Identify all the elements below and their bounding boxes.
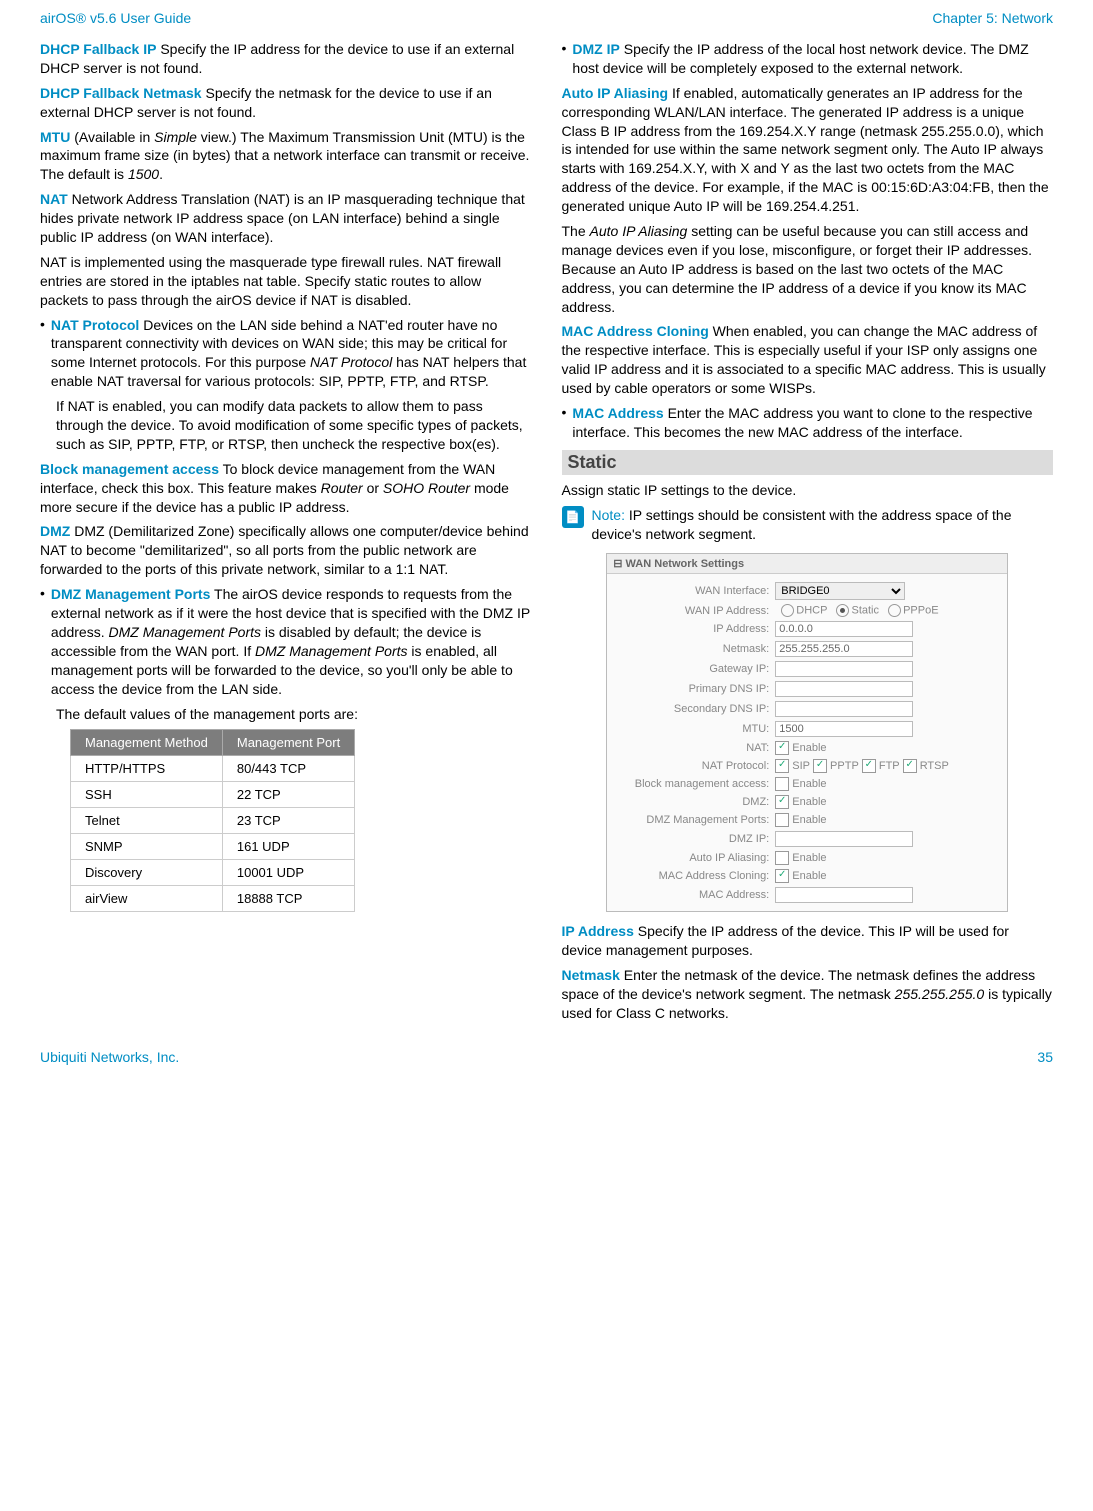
dhcp-fallback-ip: DHCP Fallback IP Specify the IP address … bbox=[40, 40, 532, 78]
mac-address-bullet: • MAC Address Enter the MAC address you … bbox=[562, 404, 1054, 442]
wan-settings-screenshot: WAN Network Settings WAN Interface:BRIDG… bbox=[606, 553, 1008, 912]
table-row: Telnet23 TCP bbox=[71, 808, 355, 834]
static-paragraph: Assign static IP settings to the device. bbox=[562, 481, 1054, 500]
pppoe-radio[interactable] bbox=[888, 604, 901, 617]
table-header-port: Management Port bbox=[222, 730, 354, 756]
nat-protocol-bullet: • NAT Protocol Devices on the LAN side b… bbox=[40, 316, 532, 392]
block-mgmt-checkbox[interactable] bbox=[775, 777, 789, 791]
nat-note: If NAT is enabled, you can modify data p… bbox=[56, 397, 532, 454]
management-ports-table: Management Method Management Port HTTP/H… bbox=[70, 729, 355, 912]
header-right: Chapter 5: Network bbox=[932, 10, 1053, 26]
sip-checkbox[interactable] bbox=[775, 759, 789, 773]
right-column: • DMZ IP Specify the IP address of the l… bbox=[562, 34, 1054, 1029]
panel-title: WAN Network Settings bbox=[607, 554, 1007, 574]
dmz-ip-bullet: • DMZ IP Specify the IP address of the l… bbox=[562, 40, 1054, 78]
nat-paragraph-1: NAT Network Address Translation (NAT) is… bbox=[40, 190, 532, 247]
header-left: airOS® v5.6 User Guide bbox=[40, 10, 191, 26]
gateway-input[interactable] bbox=[775, 661, 913, 677]
footer-right: 35 bbox=[1037, 1049, 1053, 1065]
note-block: 📄 Note: IP settings should be consistent… bbox=[562, 506, 1054, 544]
nat-paragraph-2: NAT is implemented using the masquerade … bbox=[40, 253, 532, 310]
dmz-paragraph: DMZ DMZ (Demilitarized Zone) specificall… bbox=[40, 522, 532, 579]
dmz-default-text: The default values of the management por… bbox=[56, 705, 532, 724]
table-row: HTTP/HTTPS80/443 TCP bbox=[71, 756, 355, 782]
dhcp-radio[interactable] bbox=[781, 604, 794, 617]
auto-ip-checkbox[interactable] bbox=[775, 851, 789, 865]
dmz-ip-input[interactable] bbox=[775, 831, 913, 847]
footer-left: Ubiquiti Networks, Inc. bbox=[40, 1049, 179, 1065]
table-row: SSH22 TCP bbox=[71, 782, 355, 808]
ip-address-paragraph: IP Address Specify the IP address of the… bbox=[562, 922, 1054, 960]
ftp-checkbox[interactable] bbox=[862, 759, 876, 773]
secondary-dns-input[interactable] bbox=[775, 701, 913, 717]
table-row: SNMP161 UDP bbox=[71, 834, 355, 860]
ip-address-input[interactable] bbox=[775, 621, 913, 637]
static-radio[interactable] bbox=[836, 604, 849, 617]
block-mgmt-access: Block management access To block device … bbox=[40, 460, 532, 517]
table-header-method: Management Method bbox=[71, 730, 223, 756]
note-icon: 📄 bbox=[562, 506, 584, 528]
mac-address-cloning: MAC Address Cloning When enabled, you ca… bbox=[562, 322, 1054, 398]
left-column: DHCP Fallback IP Specify the IP address … bbox=[40, 34, 532, 1029]
auto-ip-aliasing-2: The Auto IP Aliasing setting can be usef… bbox=[562, 222, 1054, 316]
table-row: Discovery10001 UDP bbox=[71, 860, 355, 886]
primary-dns-input[interactable] bbox=[775, 681, 913, 697]
dmz-checkbox[interactable] bbox=[775, 795, 789, 809]
netmask-paragraph: Netmask Enter the netmask of the device.… bbox=[562, 966, 1054, 1023]
mtu-input[interactable] bbox=[775, 721, 913, 737]
mac-address-input[interactable] bbox=[775, 887, 913, 903]
nat-checkbox[interactable] bbox=[775, 741, 789, 755]
netmask-input[interactable] bbox=[775, 641, 913, 657]
dmz-mgmt-ports-bullet: • DMZ Management Ports The airOS device … bbox=[40, 585, 532, 698]
dhcp-fallback-netmask: DHCP Fallback Netmask Specify the netmas… bbox=[40, 84, 532, 122]
mac-clone-checkbox[interactable] bbox=[775, 869, 789, 883]
mtu-paragraph: MTU (Available in Simple view.) The Maxi… bbox=[40, 128, 532, 185]
table-row: airView18888 TCP bbox=[71, 886, 355, 912]
dmz-ports-checkbox[interactable] bbox=[775, 813, 789, 827]
static-heading: Static bbox=[562, 450, 1054, 475]
rtsp-checkbox[interactable] bbox=[903, 759, 917, 773]
pptp-checkbox[interactable] bbox=[813, 759, 827, 773]
auto-ip-aliasing-1: Auto IP Aliasing If enabled, automatical… bbox=[562, 84, 1054, 216]
wan-interface-select[interactable]: BRIDGE0 bbox=[775, 582, 905, 600]
